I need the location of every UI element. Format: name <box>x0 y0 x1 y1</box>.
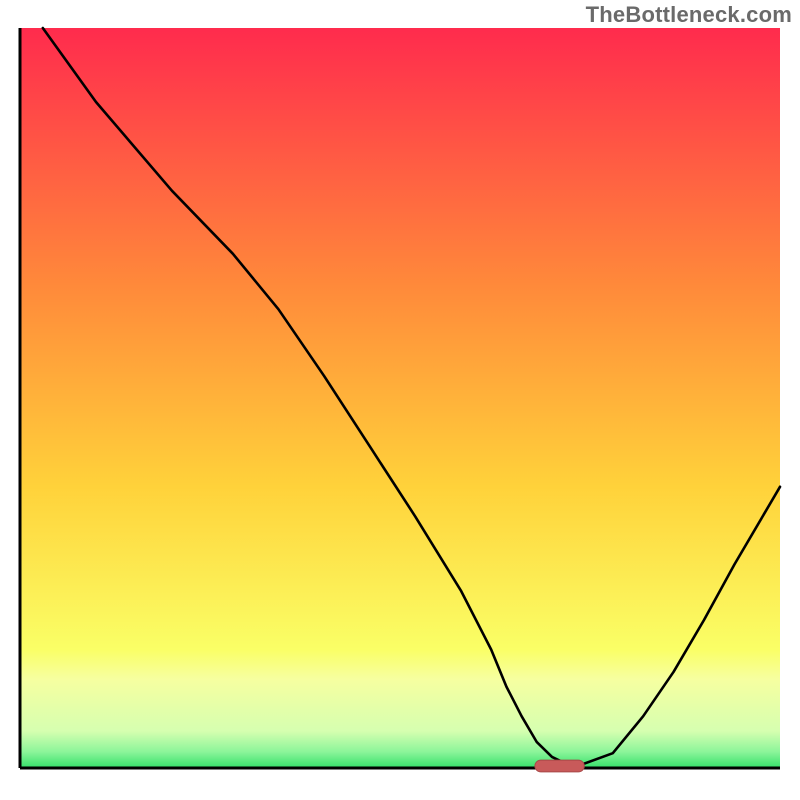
plot-background <box>20 28 780 768</box>
optimum-marker <box>535 760 584 772</box>
chart-frame: TheBottleneck.com <box>0 0 800 800</box>
bottleneck-plot <box>0 0 800 800</box>
